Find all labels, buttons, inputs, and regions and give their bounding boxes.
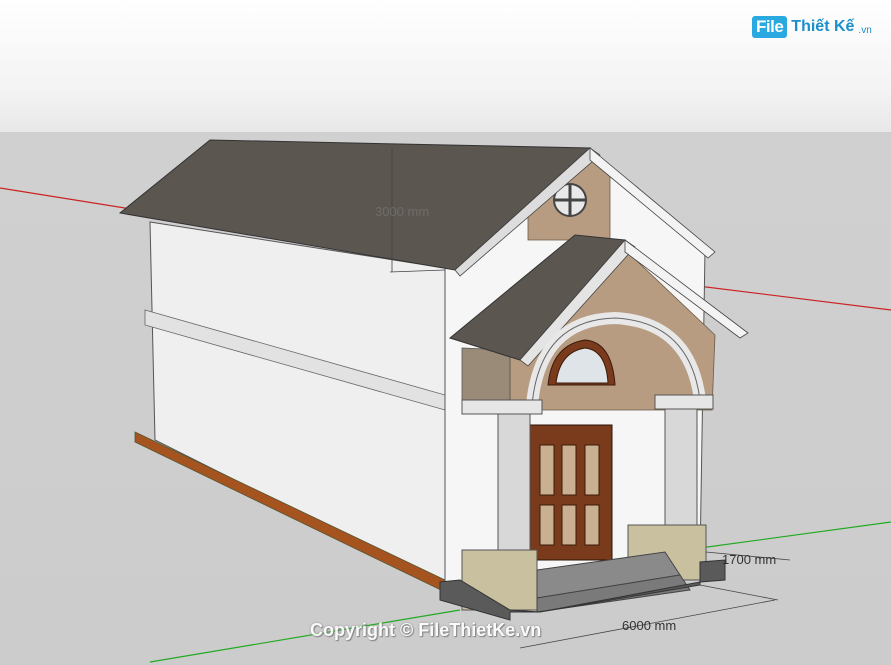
logo-name: Thiết Kế <box>791 18 855 35</box>
copyright-watermark: Copyright © FileThietKe.vn <box>310 620 542 640</box>
left-column[interactable] <box>497 413 531 565</box>
right-column[interactable] <box>664 408 698 538</box>
door-glass-1 <box>539 444 555 496</box>
green-axis-right <box>699 521 891 549</box>
logo-tld: .vn <box>858 24 872 36</box>
height-dimension-label: 3000 mm <box>375 204 430 219</box>
right-column-capital <box>654 394 714 410</box>
side-wall[interactable] <box>149 221 446 586</box>
red-axis-right <box>689 284 891 311</box>
porch-width-label: 1700 mm <box>722 552 777 567</box>
watermark-logo: File Thiết Kế .vn <box>752 13 872 41</box>
door-glass-3 <box>584 444 600 496</box>
stone-cladding <box>461 347 511 406</box>
house-width-label: 6000 mm <box>622 618 677 633</box>
3d-viewport[interactable]: File Thiết Kế .vn 3000 mm 1700 mm 6000 m… <box>0 0 891 665</box>
door-glass-2 <box>561 444 577 496</box>
left-column-capital <box>461 399 543 415</box>
door-glass-5 <box>561 504 577 546</box>
width-dimension-tick <box>699 584 779 601</box>
door-glass-4 <box>539 504 555 546</box>
logo-badge: File <box>752 16 788 38</box>
door-glass-6 <box>584 504 600 546</box>
